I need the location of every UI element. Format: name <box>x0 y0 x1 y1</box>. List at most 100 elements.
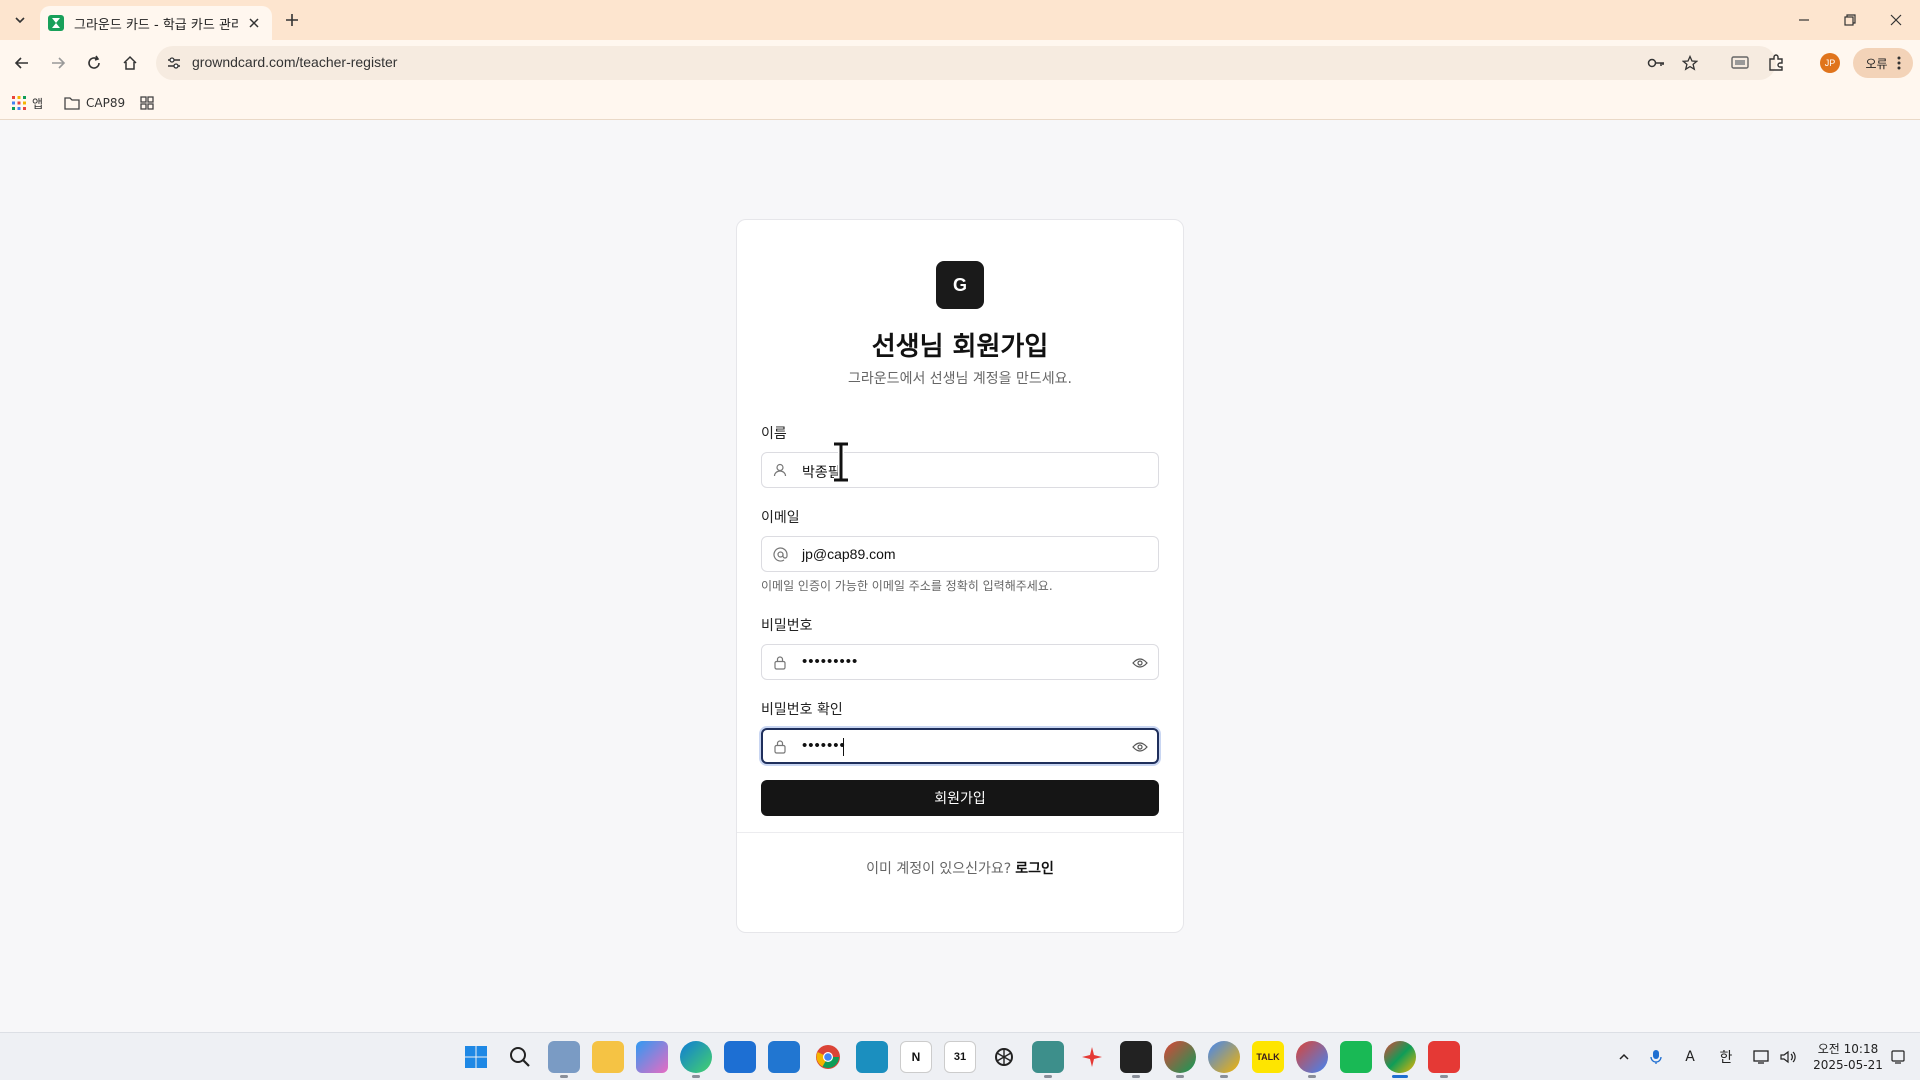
chevron-down-icon <box>15 17 25 24</box>
folder-icon[interactable] <box>592 1041 624 1073</box>
password-confirm-field[interactable]: ••••••• <box>761 728 1159 764</box>
reload-icon <box>88 55 100 69</box>
snipping-icon[interactable] <box>1032 1041 1064 1078</box>
chrome-profile-icon[interactable] <box>1164 1041 1196 1078</box>
bookmark-folder-cap89[interactable]: CAP89 <box>64 91 125 115</box>
close-icon <box>249 18 259 28</box>
volume-icon[interactable] <box>1776 1045 1800 1069</box>
key-icon <box>1647 58 1664 68</box>
bookmark-tab-groups[interactable] <box>140 91 154 115</box>
arrow-left-icon <box>14 57 28 69</box>
windows-start-icon[interactable] <box>460 1041 492 1073</box>
email-label: 이메일 <box>761 510 800 526</box>
bookmark-star-button[interactable] <box>1678 51 1702 75</box>
error-menu-button[interactable]: 오류 <box>1853 48 1913 78</box>
more-vertical-icon <box>1897 56 1901 70</box>
restore-icon <box>1844 14 1856 26</box>
cast-button[interactable] <box>1728 51 1752 75</box>
restore-button[interactable] <box>1830 6 1870 34</box>
url-text[interactable]: growndcard.com/teacher-register <box>192 54 397 70</box>
network-icon[interactable] <box>1750 1045 1774 1069</box>
at-sign-icon <box>772 546 788 562</box>
arrow-right-icon <box>52 57 66 69</box>
clock-date: 2025-05-21 <box>1813 1058 1883 1072</box>
close-window-button[interactable] <box>1876 6 1916 34</box>
app-blue-icon[interactable] <box>856 1041 888 1073</box>
password-confirm-value: ••••••• <box>802 737 846 754</box>
tab-title: 그라운드 카드 - 학급 카드 관리 <box>74 17 238 33</box>
address-bar[interactable]: growndcard.com/teacher-register <box>156 46 1776 80</box>
name-field[interactable]: 박종필 <box>761 452 1159 488</box>
tab-search-button[interactable] <box>8 8 32 32</box>
windows-taskbar: N 31 TALK A 한 오전 10:18 2025-05-21 <box>0 1032 1920 1080</box>
ime-indicator[interactable]: 한 <box>1714 1045 1738 1069</box>
page-subtitle: 그라운드에서 선생님 계정을 만드세요. <box>848 371 1072 387</box>
system-clock[interactable]: 오전 10:18 2025-05-21 <box>1810 1041 1886 1073</box>
extensions-button[interactable] <box>1764 51 1788 75</box>
font-mode-indicator[interactable]: A <box>1678 1045 1702 1069</box>
user-icon <box>772 462 788 478</box>
email-value: jp@cap89.com <box>802 546 896 562</box>
edge-icon[interactable] <box>680 1041 712 1078</box>
chrome-active-icon[interactable] <box>1384 1041 1416 1078</box>
password-label: 비밀번호 <box>761 618 813 634</box>
samsung-pass-icon[interactable] <box>768 1041 800 1073</box>
email-hint: 이메일 인증이 가능한 이메일 주소를 정확히 입력해주세요. <box>761 579 1053 593</box>
chrome-profile-icon[interactable] <box>1208 1041 1240 1078</box>
file-explorer-user-icon[interactable] <box>548 1041 580 1078</box>
microphone-icon[interactable] <box>1644 1045 1668 1069</box>
chevron-up-icon[interactable] <box>1612 1045 1636 1069</box>
cast-icon <box>1731 56 1749 69</box>
toggle-password-confirm-visibility[interactable] <box>1130 737 1150 757</box>
new-tab-button[interactable] <box>280 8 304 32</box>
login-prompt: 이미 계정이 있으신가요? 로그인 <box>737 858 1183 878</box>
terminal-app-icon[interactable] <box>1120 1041 1152 1078</box>
bookmark-label: 앱 <box>32 96 44 111</box>
login-link[interactable]: 로그인 <box>1015 861 1054 877</box>
active-tab[interactable]: 그라운드 카드 - 학급 카드 관리 <box>40 6 272 40</box>
star-icon <box>1682 55 1698 71</box>
back-button[interactable] <box>8 49 36 77</box>
bookmarks-bar: 앱 CAP89 <box>0 86 1920 120</box>
folder-icon <box>64 97 80 110</box>
password-field[interactable]: ••••••••• <box>761 644 1159 680</box>
chrome-profile-icon[interactable] <box>1296 1041 1328 1078</box>
plus-icon <box>286 14 298 26</box>
lock-icon <box>772 654 788 670</box>
register-button[interactable]: 회원가입 <box>761 780 1159 816</box>
apps-grid-icon <box>12 96 26 110</box>
bookmark-apps[interactable]: 앱 <box>12 91 43 115</box>
home-icon <box>123 55 137 70</box>
toggle-password-visibility[interactable] <box>1130 653 1150 673</box>
calendar-icon[interactable]: 31 <box>944 1041 976 1073</box>
lock-icon <box>772 738 788 754</box>
reload-button[interactable] <box>80 49 108 77</box>
kakaotalk-icon[interactable]: TALK <box>1252 1041 1284 1073</box>
profile-avatar[interactable]: JP <box>1820 53 1840 73</box>
store-icon[interactable] <box>724 1041 756 1073</box>
notion-icon[interactable]: N <box>900 1041 932 1073</box>
browser-tabstrip: 그라운드 카드 - 학급 카드 관리 <box>0 0 1920 40</box>
divider <box>737 832 1183 833</box>
naver-app-icon[interactable] <box>1340 1041 1372 1073</box>
app-red-icon[interactable] <box>1428 1041 1460 1078</box>
chrome-icon[interactable] <box>812 1041 844 1073</box>
page-title: 선생님 회원가입 <box>871 332 1049 362</box>
chatgpt-icon[interactable] <box>988 1041 1020 1073</box>
login-prompt-text: 이미 계정이 있으신가요? <box>866 861 1012 877</box>
spark-icon[interactable] <box>1076 1041 1108 1073</box>
name-label: 이름 <box>761 426 787 442</box>
minimize-button[interactable] <box>1784 6 1824 34</box>
notification-icon[interactable] <box>1888 1045 1908 1069</box>
site-info-button[interactable] <box>164 53 184 73</box>
minimize-icon <box>1799 19 1809 21</box>
copilot-icon[interactable] <box>636 1041 668 1073</box>
home-button[interactable] <box>116 49 144 77</box>
tab-close-button[interactable] <box>244 13 264 33</box>
search-icon[interactable] <box>504 1041 536 1073</box>
password-key-button[interactable] <box>1644 51 1668 75</box>
email-field[interactable]: jp@cap89.com <box>761 536 1159 572</box>
logo: G <box>936 261 984 309</box>
forward-button[interactable] <box>44 49 72 77</box>
eye-icon <box>1132 658 1148 668</box>
